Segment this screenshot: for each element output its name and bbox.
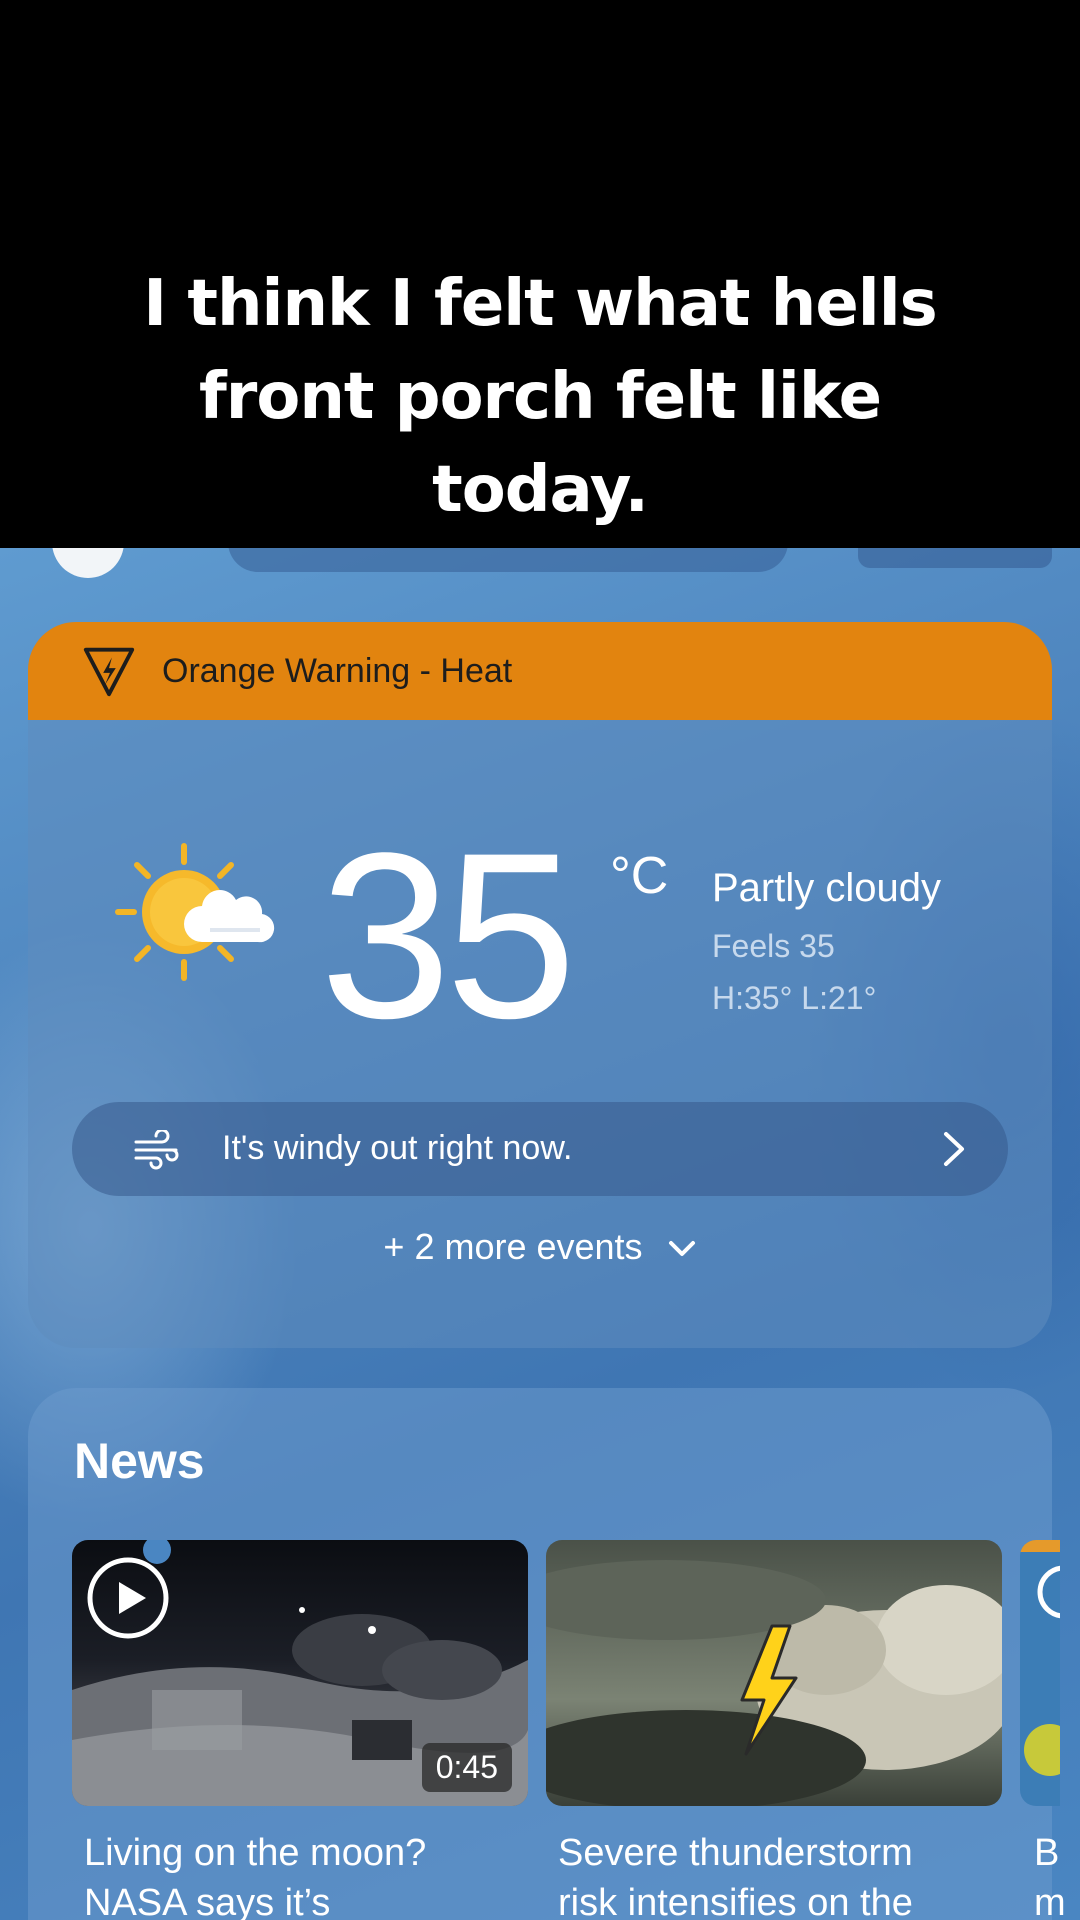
partial-news-image bbox=[1020, 1540, 1060, 1806]
avatar[interactable] bbox=[52, 548, 124, 578]
alert-banner[interactable]: Orange Warning - Heat bbox=[28, 622, 1052, 720]
news-thumbnail-partial[interactable] bbox=[1020, 1540, 1060, 1806]
news-headline[interactable]: Living on the moon? NASA says it’s bbox=[72, 1828, 528, 1920]
play-icon[interactable] bbox=[86, 1556, 170, 1640]
news-headline-line-1: Living on the moon? bbox=[84, 1832, 427, 1874]
chevron-down-icon bbox=[668, 1241, 695, 1257]
current-conditions[interactable]: 35 °C Partly cloudy Feels 35 H:35° L:21° bbox=[28, 720, 1052, 1054]
news-thumbnail-storm[interactable] bbox=[546, 1540, 1002, 1806]
top-action-button[interactable] bbox=[858, 548, 1052, 568]
weather-app: Orange Warning - Heat 35 °C Partly cloud… bbox=[0, 548, 1080, 1920]
caption-band: I think I felt what hells front porch fe… bbox=[0, 0, 1080, 548]
temperature-value: 35 bbox=[320, 804, 577, 1068]
news-thumbnail-moon[interactable]: 0:45 bbox=[72, 1540, 528, 1806]
news-headline-line-2: m bbox=[1034, 1882, 1066, 1920]
video-duration: 0:45 bbox=[421, 1743, 512, 1792]
news-headline[interactable]: Severe thunderstorm risk intensifies on … bbox=[546, 1828, 1002, 1920]
news-headline-line-2: risk intensifies on the bbox=[558, 1882, 913, 1920]
news-item[interactable]: Severe thunderstorm risk intensifies on … bbox=[546, 1540, 1002, 1920]
chevron-right-icon bbox=[944, 1132, 964, 1166]
caption-line-3: today. bbox=[432, 453, 649, 527]
caption-line-2: front porch felt like bbox=[198, 360, 882, 434]
alert-text: Orange Warning - Heat bbox=[162, 651, 513, 690]
news-headline[interactable]: B m bbox=[1020, 1828, 1066, 1920]
video-caption: I think I felt what hells front porch fe… bbox=[90, 258, 990, 537]
high-low-text: H:35° L:21° bbox=[712, 980, 877, 1016]
storm-clouds-image bbox=[546, 1540, 1002, 1806]
news-headline-line-1: B bbox=[1034, 1832, 1060, 1874]
wind-notice-text: It's windy out right now. bbox=[222, 1129, 573, 1167]
temperature-unit: °C bbox=[610, 847, 669, 905]
condition-text: Partly cloudy bbox=[712, 866, 941, 910]
news-item[interactable]: B m bbox=[1020, 1540, 1066, 1920]
news-headline-line-2: NASA says it’s bbox=[84, 1882, 331, 1920]
wind-icon bbox=[134, 1130, 179, 1170]
news-headline-line-1: Severe thunderstorm bbox=[558, 1832, 913, 1874]
wind-notice-button[interactable]: It's windy out right now. bbox=[72, 1102, 1008, 1196]
warning-triangle-icon bbox=[83, 647, 135, 697]
partly-cloudy-icon bbox=[115, 843, 275, 981]
feels-like-text: Feels 35 bbox=[712, 928, 835, 964]
location-search-bar[interactable] bbox=[228, 548, 788, 572]
news-title: News bbox=[74, 1433, 205, 1489]
news-card: News 0:45 Living on the moon? NASA says … bbox=[28, 1388, 1066, 1920]
caption-line-1: I think I felt what hells bbox=[143, 267, 937, 341]
news-item[interactable]: 0:45 Living on the moon? NASA says it’s bbox=[72, 1540, 528, 1920]
more-events-label: + 2 more events bbox=[383, 1226, 643, 1267]
more-events-button[interactable]: + 2 more events bbox=[28, 1226, 1052, 1268]
current-weather-card: Orange Warning - Heat 35 °C Partly cloud… bbox=[28, 622, 1052, 1348]
